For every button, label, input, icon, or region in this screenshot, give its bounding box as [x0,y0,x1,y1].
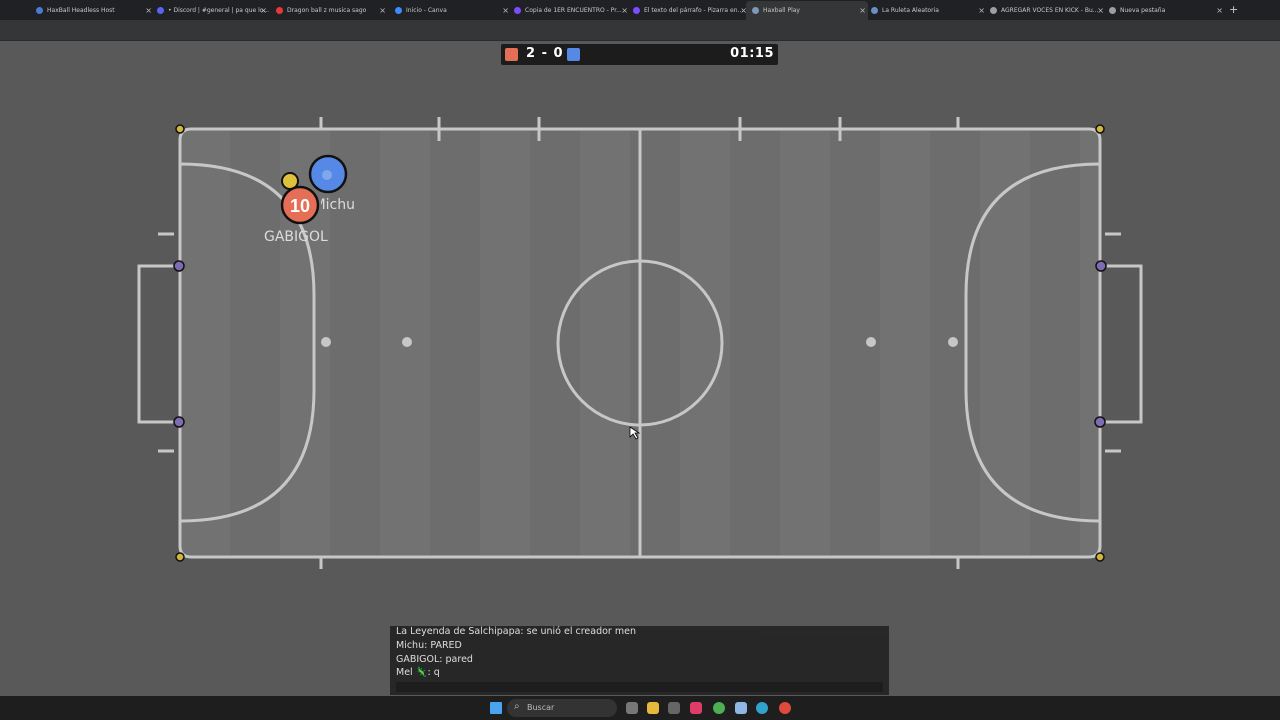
chat-message: Mel 🦎: q [396,667,440,678]
score-text: 2 - 0 [526,46,564,61]
search-icon: ⌕ [514,701,520,712]
app-icon[interactable] [668,702,680,714]
chat-input[interactable] [396,682,883,692]
chrome-icon[interactable] [713,702,725,714]
match-timer: 01:15 [730,46,774,61]
task-view-icon[interactable] [626,702,638,714]
windows-start-icon[interactable] [490,702,502,714]
chrome-alt-icon[interactable] [779,702,791,714]
file-explorer-icon[interactable] [647,702,659,714]
blue-team-square [567,48,580,61]
windows-taskbar: ⌕ Buscar [0,696,1280,720]
edge-icon[interactable] [756,702,768,714]
tiktok-icon[interactable] [690,702,702,714]
player-red-name: GABIGOL [264,229,328,245]
chat-message: Michu: PARED [396,640,462,651]
taskbar-search[interactable]: ⌕ Buscar [507,699,617,717]
chat-panel: La Leyenda de Salchipapa: se unió el cre… [390,626,889,695]
game-field[interactable]: 10 [0,0,1280,720]
scoreboard: 2 - 0 01:15 [501,44,778,65]
chat-message: GABIGOL: pared [396,654,473,665]
player-blue [308,154,348,194]
chat-message: La Leyenda de Salchipapa: se unió el cre… [396,626,636,637]
red-team-square [505,48,518,61]
taskbar-search-label: Buscar [527,703,555,712]
player-red-number: 10 [290,196,310,216]
notepad-icon[interactable] [735,702,747,714]
player-blue-name: Michu [321,197,355,213]
